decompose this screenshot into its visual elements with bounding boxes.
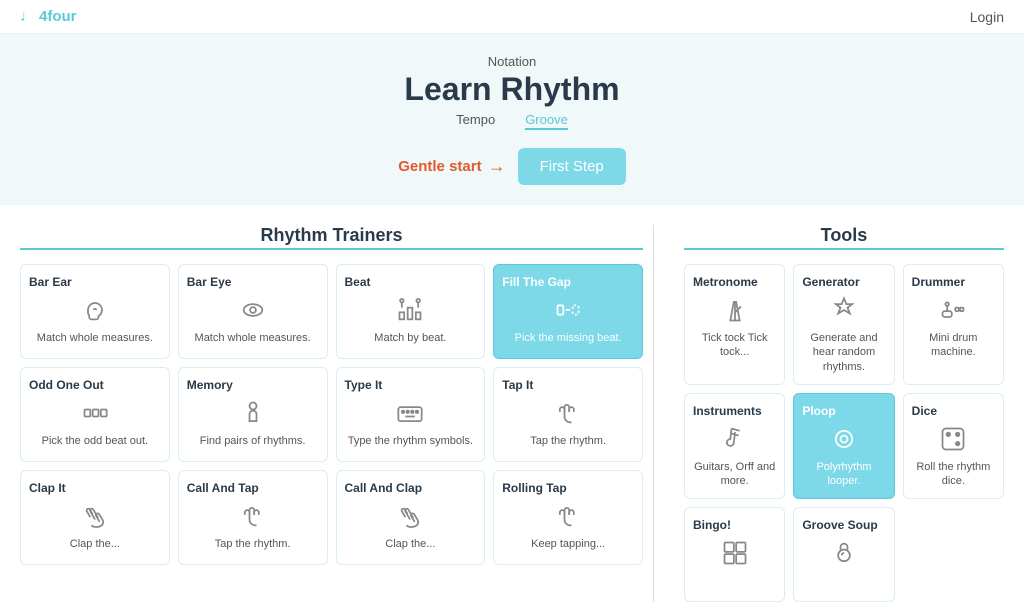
item-title: Fill The Gap [502, 275, 634, 289]
arrow-icon: → [488, 156, 506, 177]
main-content: Rhythm Trainers Bar Ear Match whole meas… [0, 205, 1024, 602]
item-title: Rolling Tap [502, 481, 634, 495]
ear-icon [81, 295, 109, 325]
item-desc: Clap the... [385, 537, 435, 551]
item-desc: Clap the... [70, 537, 120, 551]
login-button[interactable]: Login [970, 9, 1004, 25]
hero-cta: Gentle start → First Step [20, 148, 1004, 185]
item-title: Memory [187, 378, 319, 392]
hero-title: Learn Rhythm [20, 71, 1004, 108]
item-desc: Generate and hear random rhythms. [802, 331, 885, 374]
item-desc: Find pairs of rhythms. [200, 434, 306, 448]
hero-labels: Tempo Groove [20, 112, 1004, 130]
item-desc: Tap the rhythm. [530, 434, 606, 448]
item-desc: Tick tock Tick tock... [693, 331, 776, 360]
item-desc: Polyrhythm looper. [802, 460, 885, 489]
rhythm-item-rolling-tap[interactable]: Rolling Tap Keep tapping... [493, 470, 643, 565]
notation-label: Notation [20, 54, 1004, 69]
tool-item-ploop[interactable]: Ploop Polyrhythm looper. [793, 393, 894, 500]
rhythm-item-tap-it[interactable]: Tap It Tap the rhythm. [493, 367, 643, 462]
rhythm-item-beat[interactable]: Beat Match by beat. [336, 264, 486, 359]
instruments-icon [721, 424, 749, 454]
item-title: Tap It [502, 378, 634, 392]
item-title: Bingo! [693, 518, 776, 532]
odd-icon [81, 398, 109, 428]
tools-title: Tools [684, 225, 1004, 250]
tool-item-metronome[interactable]: Metronome Tick tock Tick tock... [684, 264, 785, 385]
item-title: Type It [345, 378, 477, 392]
groove-soup-icon [830, 538, 858, 568]
tool-item-drummer[interactable]: Drummer Mini drum machine. [903, 264, 1004, 385]
item-desc: Match whole measures. [37, 331, 153, 345]
tempo-label: Tempo [456, 112, 495, 130]
eye-icon [239, 295, 267, 325]
rhythm-item-clap-it[interactable]: Clap It Clap the... [20, 470, 170, 565]
item-title: Call And Tap [187, 481, 319, 495]
tool-item-bingo[interactable]: Bingo! [684, 507, 785, 602]
item-title: Ploop [802, 404, 885, 418]
header: ♩4four Login [0, 0, 1024, 34]
call-clap-icon [396, 501, 424, 531]
tool-item-dice[interactable]: Dice Roll the rhythm dice. [903, 393, 1004, 500]
rhythm-item-call-and-clap[interactable]: Call And Clap Clap the... [336, 470, 486, 565]
item-title: Bar Eye [187, 275, 319, 289]
generator-icon [830, 295, 858, 325]
rhythm-item-bar-eye[interactable]: Bar Eye Match whole measures. [178, 264, 328, 359]
tool-item-generator[interactable]: Generator Generate and hear random rhyth… [793, 264, 894, 385]
item-title: Dice [912, 404, 995, 418]
ploop-icon [830, 424, 858, 454]
rhythm-trainers-section: Rhythm Trainers Bar Ear Match whole meas… [20, 225, 643, 602]
gentle-start-label: Gentle start → [398, 156, 505, 177]
item-desc: Keep tapping... [531, 537, 605, 551]
gap-icon [554, 295, 582, 325]
item-title: Call And Clap [345, 481, 477, 495]
tap-icon [554, 398, 582, 428]
metronome-icon [721, 295, 749, 325]
item-desc: Guitars, Orff and more. [693, 460, 776, 489]
rhythm-item-bar-ear[interactable]: Bar Ear Match whole measures. [20, 264, 170, 359]
item-title: Clap It [29, 481, 161, 495]
bingo-icon [721, 538, 749, 568]
logo[interactable]: ♩4four [20, 8, 81, 25]
hero-section: Notation Learn Rhythm Tempo Groove Gentl… [0, 34, 1024, 205]
item-desc: Tap the rhythm. [215, 537, 291, 551]
item-desc: Roll the rhythm dice. [912, 460, 995, 489]
rhythm-item-type-it[interactable]: Type It Type the rhythm symbols. [336, 367, 486, 462]
tools-grid: Metronome Tick tock Tick tock... Generat… [684, 264, 1004, 602]
memory-icon [239, 398, 267, 428]
item-title: Groove Soup [802, 518, 885, 532]
rhythm-trainers-title: Rhythm Trainers [20, 225, 643, 250]
item-title: Metronome [693, 275, 776, 289]
dice-icon [939, 424, 967, 454]
item-desc: Mini drum machine. [912, 331, 995, 360]
tools-section: Tools Metronome Tick tock Tick tock... G… [684, 225, 1004, 602]
item-title: Instruments [693, 404, 776, 418]
item-title: Drummer [912, 275, 995, 289]
item-title: Beat [345, 275, 477, 289]
rolling-icon [554, 501, 582, 531]
tool-item-instruments[interactable]: Instruments Guitars, Orff and more. [684, 393, 785, 500]
item-desc: Match by beat. [374, 331, 446, 345]
drummer-icon [939, 295, 967, 325]
rhythm-item-memory[interactable]: Memory Find pairs of rhythms. [178, 367, 328, 462]
item-desc: Pick the missing beat. [515, 331, 622, 345]
rhythm-item-call-and-tap[interactable]: Call And Tap Tap the rhythm. [178, 470, 328, 565]
item-title: Odd One Out [29, 378, 161, 392]
tool-item-groove-soup[interactable]: Groove Soup [793, 507, 894, 602]
item-title: Generator [802, 275, 885, 289]
beats-icon [396, 295, 424, 325]
keyboard-icon [396, 398, 424, 428]
groove-label: Groove [525, 112, 568, 130]
section-divider [653, 225, 654, 602]
item-desc: Pick the odd beat out. [42, 434, 148, 448]
rhythm-item-fill-the-gap[interactable]: Fill The Gap Pick the missing beat. [493, 264, 643, 359]
first-step-button[interactable]: First Step [518, 148, 626, 185]
rhythm-item-odd-one-out[interactable]: Odd One Out Pick the odd beat out. [20, 367, 170, 462]
item-desc: Type the rhythm symbols. [348, 434, 473, 448]
rhythm-trainers-grid: Bar Ear Match whole measures. Bar Eye Ma… [20, 264, 643, 565]
clap-icon [81, 501, 109, 531]
call-tap-icon [239, 501, 267, 531]
item-desc: Match whole measures. [195, 331, 311, 345]
item-title: Bar Ear [29, 275, 161, 289]
